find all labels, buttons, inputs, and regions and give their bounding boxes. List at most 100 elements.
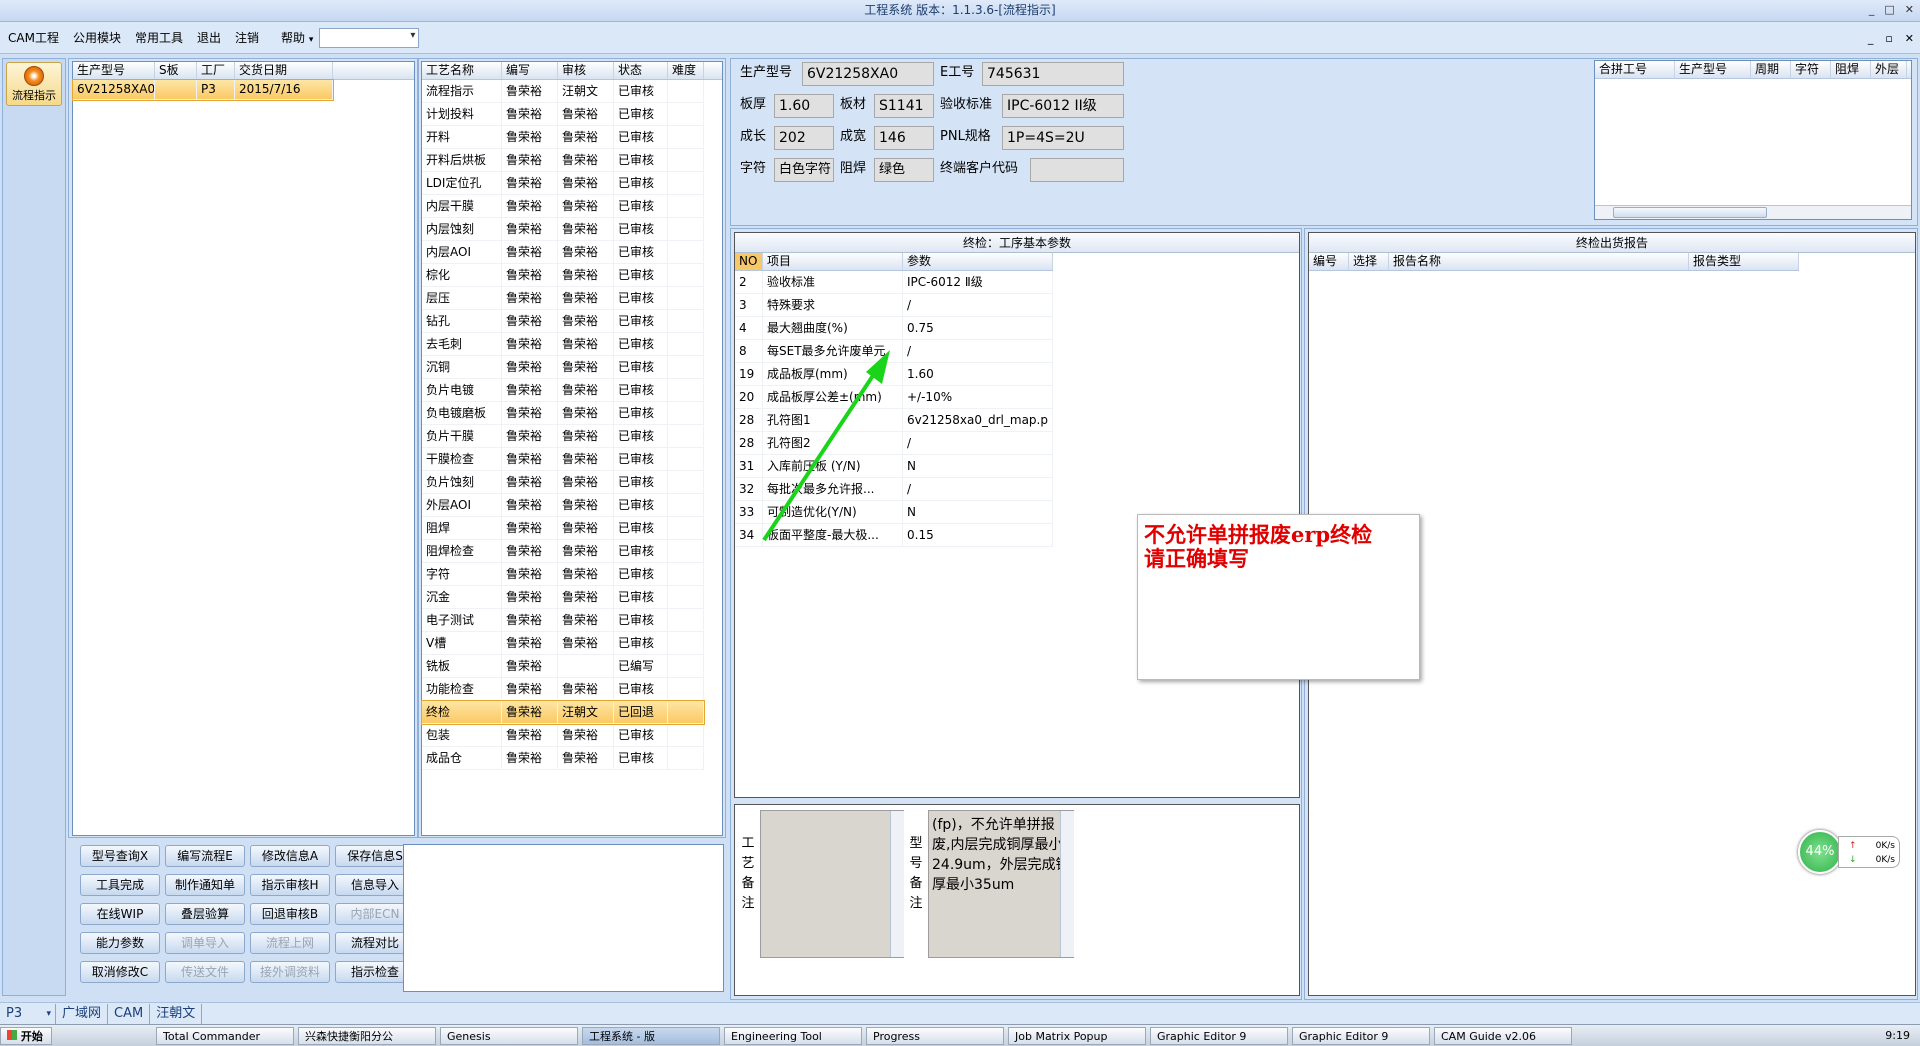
col-header[interactable]: 编写 <box>502 62 558 79</box>
material-field[interactable]: S1141 <box>874 94 934 118</box>
taskbar-item[interactable]: Graphic Editor 9 <box>1292 1026 1430 1045</box>
table-row[interactable]: 阻焊检查 鲁荣裕 鲁荣裕 已审核 <box>422 540 704 563</box>
table-row[interactable]: 铣板 鲁荣裕 已编写 <box>422 655 704 678</box>
factory-select[interactable]: P3 ▾ <box>0 1003 56 1024</box>
taskbar-item[interactable]: Total Commander <box>156 1026 294 1045</box>
table-row[interactable]: V槽 鲁荣裕 鲁荣裕 已审核 <box>422 632 704 655</box>
col-header[interactable]: 难度 <box>668 62 704 79</box>
table-row[interactable]: 内层AOI 鲁荣裕 鲁荣裕 已审核 <box>422 241 704 264</box>
table-row[interactable]: 2 验收标准 IPC-6012 Ⅱ级 <box>735 271 1053 294</box>
taskbar-item[interactable]: Graphic Editor 9 <box>1150 1026 1288 1045</box>
action-button[interactable]: 接外调资料 <box>250 961 330 983</box>
vertical-scrollbar[interactable] <box>1060 811 1074 957</box>
table-row[interactable]: 开料 鲁荣裕 鲁荣裕 已审核 <box>422 126 704 149</box>
action-button[interactable]: 工具完成 <box>80 874 160 896</box>
menu-tools[interactable]: 常用工具 <box>135 29 183 46</box>
action-button[interactable]: 流程上网 <box>250 932 330 954</box>
pnl-field[interactable]: 1P=4S=2U <box>1002 126 1124 150</box>
length-field[interactable]: 202 <box>774 126 834 150</box>
table-row[interactable]: 沉金 鲁荣裕 鲁荣裕 已审核 <box>422 586 704 609</box>
action-button[interactable]: 修改信息A <box>250 845 330 867</box>
action-button[interactable]: 指示审核H <box>250 874 330 896</box>
minimize-button[interactable]: _ <box>1869 0 1875 20</box>
scroll-thumb[interactable] <box>1613 207 1767 218</box>
horizontal-scrollbar[interactable] <box>1595 205 1911 219</box>
start-button[interactable]: 开始 <box>0 1026 52 1045</box>
col-header[interactable]: 选择 <box>1349 253 1389 270</box>
col-header[interactable]: 阻焊 <box>1831 61 1871 78</box>
col-header[interactable]: 周期 <box>1751 61 1791 78</box>
taskbar-item[interactable]: Progress <box>866 1026 1004 1045</box>
vertical-scrollbar[interactable] <box>890 811 904 957</box>
table-row[interactable]: 钻孔 鲁荣裕 鲁荣裕 已审核 <box>422 310 704 333</box>
action-button[interactable]: 型号查询X <box>80 845 160 867</box>
col-header[interactable]: 生产型号 <box>73 62 155 79</box>
col-header[interactable]: 合拼工号 <box>1595 61 1675 78</box>
process-remark-text[interactable] <box>760 810 904 958</box>
table-row[interactable]: 内层干膜 鲁荣裕 鲁荣裕 已审核 <box>422 195 704 218</box>
taskbar-item[interactable]: 兴森快捷衡阳分公 <box>298 1026 436 1045</box>
menu-cam[interactable]: CAM工程 <box>8 29 59 46</box>
col-header[interactable]: 外层 <box>1871 61 1907 78</box>
table-row[interactable]: 流程指示 鲁荣裕 汪朝文 已审核 <box>422 80 704 103</box>
table-row[interactable]: 成品仓 鲁荣裕 鲁荣裕 已审核 <box>422 747 704 770</box>
col-header[interactable]: 报告名称 <box>1389 253 1689 270</box>
col-header[interactable]: 生产型号 <box>1675 61 1751 78</box>
taskbar-item[interactable]: 工程系统 - 版 <box>582 1026 720 1045</box>
col-header[interactable]: 参数 <box>903 253 1053 270</box>
char-field[interactable]: 白色字符 <box>774 158 834 182</box>
col-header[interactable]: NO <box>735 253 763 270</box>
col-header[interactable]: 交货日期 <box>235 62 333 79</box>
taskbar-item[interactable]: CAM Guide v2.06 <box>1434 1026 1572 1045</box>
col-header[interactable]: 状态 <box>614 62 668 79</box>
col-header[interactable]: 工厂 <box>197 62 235 79</box>
table-row[interactable]: LDI定位孔 鲁荣裕 鲁荣裕 已审核 <box>422 172 704 195</box>
accept-field[interactable]: IPC-6012 II级 <box>1002 94 1124 118</box>
action-button[interactable]: 在线WIP <box>80 903 160 925</box>
close-button[interactable]: ✕ <box>1905 0 1914 20</box>
col-header[interactable]: 审核 <box>558 62 614 79</box>
flow-indicator-button[interactable]: 流程指示 <box>6 62 62 106</box>
taskbar-item[interactable]: Engineering Tool <box>724 1026 862 1045</box>
action-button[interactable]: 调单导入 <box>165 932 245 954</box>
menu-public[interactable]: 公用模块 <box>73 29 121 46</box>
action-button[interactable]: 回退审核B <box>250 903 330 925</box>
table-row[interactable]: 内层蚀刻 鲁荣裕 鲁荣裕 已审核 <box>422 218 704 241</box>
menu-combo[interactable] <box>319 27 420 48</box>
maximize-button[interactable]: □ <box>1884 0 1894 20</box>
table-row[interactable]: 电子测试 鲁荣裕 鲁荣裕 已审核 <box>422 609 704 632</box>
width-field[interactable]: 146 <box>874 126 934 150</box>
table-row[interactable]: 终检 鲁荣裕 汪朝文 已回退 <box>421 700 705 725</box>
action-button[interactable]: 制作通知单 <box>165 874 245 896</box>
mdi-close-button[interactable]: ✕ <box>1905 32 1914 45</box>
table-row[interactable]: 6V21258XA0 P3 2015/7/16 <box>72 79 334 101</box>
table-row[interactable]: 去毛刺 鲁荣裕 鲁荣裕 已审核 <box>422 333 704 356</box>
menu-exit[interactable]: 退出 <box>197 29 221 46</box>
table-row[interactable]: 阻焊 鲁荣裕 鲁荣裕 已审核 <box>422 517 704 540</box>
prod-model-field[interactable]: 6V21258XA0 <box>802 62 934 86</box>
col-header[interactable]: 字符 <box>1791 61 1831 78</box>
table-row[interactable]: 负片蚀刻 鲁荣裕 鲁荣裕 已审核 <box>422 471 704 494</box>
table-row[interactable]: 负电镀磨板 鲁荣裕 鲁荣裕 已审核 <box>422 402 704 425</box>
taskbar-item[interactable]: Genesis <box>440 1026 578 1045</box>
table-row[interactable]: 字符 鲁荣裕 鲁荣裕 已审核 <box>422 563 704 586</box>
table-row[interactable]: 负片电镀 鲁荣裕 鲁荣裕 已审核 <box>422 379 704 402</box>
mdi-minimize-button[interactable]: _ <box>1868 32 1874 45</box>
table-row[interactable]: 4 最大翘曲度(%) 0.75 <box>735 317 1053 340</box>
table-row[interactable]: 功能检查 鲁荣裕 鲁荣裕 已审核 <box>422 678 704 701</box>
type-remark-text[interactable]: (fp)，不允许单拼报废,内层完成铜厚最小24.9um，外层完成铜厚最小35um <box>928 810 1074 958</box>
mask-field[interactable]: 绿色 <box>874 158 934 182</box>
thickness-field[interactable]: 1.60 <box>774 94 834 118</box>
table-row[interactable]: 外层AOI 鲁荣裕 鲁荣裕 已审核 <box>422 494 704 517</box>
action-button[interactable]: 能力参数 <box>80 932 160 954</box>
table-row[interactable]: 计划投料 鲁荣裕 鲁荣裕 已审核 <box>422 103 704 126</box>
customer-code-field[interactable] <box>1030 158 1124 182</box>
mdi-restore-button[interactable]: ▫ <box>1885 32 1892 45</box>
table-row[interactable]: 层压 鲁荣裕 鲁荣裕 已审核 <box>422 287 704 310</box>
col-header[interactable]: 项目 <box>763 253 903 270</box>
menu-help[interactable]: 帮助 ▾ <box>273 29 313 46</box>
col-header[interactable]: 工艺名称 <box>422 62 502 79</box>
menu-logout[interactable]: 注销 <box>235 29 259 46</box>
table-row[interactable]: 3 特殊要求 / <box>735 294 1053 317</box>
action-button[interactable]: 取消修改C <box>80 961 160 983</box>
